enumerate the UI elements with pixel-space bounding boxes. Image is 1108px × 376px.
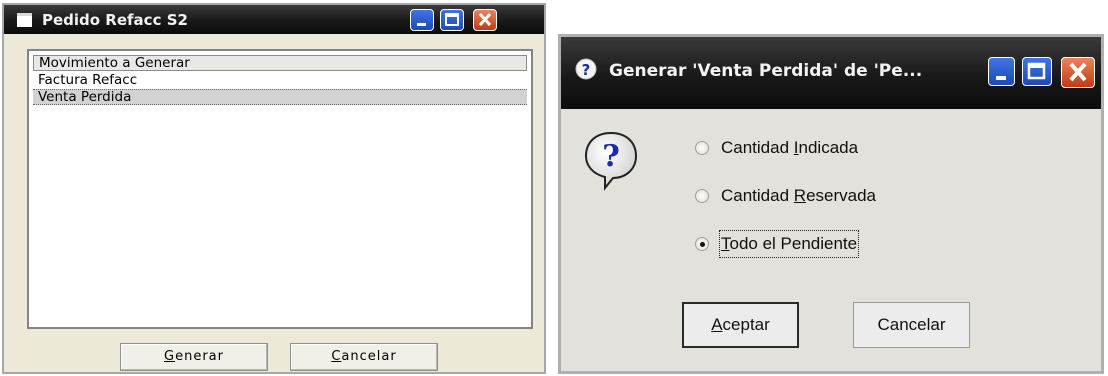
accept-mnemonic: A [711, 315, 723, 334]
cancel-button[interactable]: Cancelar [853, 302, 970, 348]
option-label: Todo el Pendiente [718, 230, 860, 258]
close-button[interactable] [1061, 57, 1095, 88]
window-icon [16, 12, 34, 32]
maximize-button[interactable] [1022, 57, 1052, 86]
list-item-venta-perdida[interactable]: Venta Perdida [33, 89, 527, 105]
generate-button[interactable]: Generar [120, 343, 268, 371]
label-suffix: eservada [806, 186, 876, 205]
svg-text:?: ? [602, 139, 620, 174]
svg-text:?: ? [582, 61, 591, 79]
pedido-refacc-window: Pedido Refacc S2 Movimiento a Generar Fa… [2, 3, 546, 374]
option-label: Cantidad Indicada [721, 136, 858, 160]
cancel-label: ancelar [341, 349, 397, 364]
accept-label: ceptar [722, 315, 770, 334]
label-prefix: Cantidad [721, 138, 794, 157]
label-mnemonic: R [793, 186, 807, 205]
cancel-button[interactable]: Cancelar [290, 343, 438, 371]
movement-listbox[interactable]: Movimiento a Generar Factura Refacc Vent… [27, 49, 533, 329]
label-prefix: Cantidad [721, 186, 794, 205]
label-suffix: ndicada [798, 138, 859, 157]
radio-button[interactable] [695, 189, 709, 203]
dialog-title: Generar 'Venta Perdida' de 'Pe... [609, 61, 923, 81]
generate-label: enerar [175, 349, 224, 364]
generate-mnemonic: G [164, 349, 176, 364]
cancel-mnemonic: C [331, 349, 342, 364]
radio-checked-dot [700, 242, 705, 247]
title-bar[interactable]: ? Generar 'Venta Perdida' de 'Pe... [561, 37, 1101, 109]
window-title: Pedido Refacc S2 [42, 11, 188, 29]
label-mnemonic: T [721, 234, 730, 253]
radio-button[interactable] [695, 237, 709, 251]
title-bar[interactable]: Pedido Refacc S2 [4, 5, 544, 34]
label-suffix: odo el Pendiente [729, 234, 858, 253]
option-label: Cantidad Reservada [721, 184, 876, 208]
close-button[interactable] [473, 9, 497, 31]
list-item-factura-refacc[interactable]: Factura Refacc [33, 72, 527, 88]
minimize-button[interactable] [988, 57, 1015, 86]
radio-button[interactable] [695, 141, 709, 155]
list-header[interactable]: Movimiento a Generar [33, 55, 527, 71]
generate-venta-perdida-dialog: ? Generar 'Venta Perdida' de 'Pe... ? Ca… [558, 34, 1104, 374]
minimize-button[interactable] [410, 9, 434, 31]
question-icon: ? [573, 57, 599, 87]
accept-button[interactable]: Aceptar [682, 302, 799, 348]
maximize-button[interactable] [440, 9, 464, 31]
question-balloon-icon: ? [583, 129, 639, 195]
